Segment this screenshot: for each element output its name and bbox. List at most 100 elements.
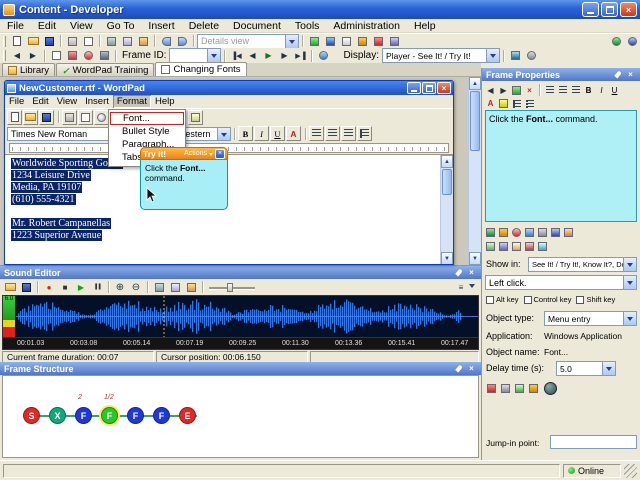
next-hint-icon[interactable]: ▶ (497, 83, 510, 97)
workspace-scroll-up-icon[interactable]: ▲ (469, 77, 481, 90)
show-in-combo[interactable]: See It! / Try It!, Know It?, Do It! (528, 257, 637, 272)
pause-button[interactable]: ▐▐ (89, 280, 105, 294)
wordpad-menu-help[interactable]: Help (151, 95, 179, 108)
save-sound-icon[interactable] (18, 280, 34, 294)
template-icon[interactable] (536, 239, 549, 253)
frame-structure-icon[interactable] (370, 34, 386, 48)
pin-icon[interactable] (612, 70, 623, 80)
preview-icon[interactable] (322, 34, 338, 48)
menu-administration[interactable]: Administration (326, 19, 407, 33)
play-sound-button[interactable]: ▶ (73, 280, 89, 294)
wordpad-save-icon[interactable] (39, 109, 54, 125)
frame-node-circle[interactable]: F (75, 407, 92, 424)
sound-editor-close-icon[interactable]: × (466, 268, 477, 278)
edit-hint-icon[interactable] (484, 225, 497, 239)
delay-combo[interactable]: 5.0 (556, 361, 616, 376)
last-frame-button[interactable]: ▶▐ (292, 49, 308, 63)
hyperlink-icon[interactable] (549, 225, 562, 239)
frame-id-dropdown-icon[interactable] (207, 49, 221, 62)
wordpad-document[interactable]: Worldwide Sporting Goods 1234 Leisure Dr… (5, 154, 453, 264)
menu-goto[interactable]: Go To (100, 19, 142, 33)
menu-tools[interactable]: Tools (288, 19, 327, 33)
wordpad-open-icon[interactable] (23, 109, 38, 125)
import-media-icon[interactable] (523, 225, 536, 239)
capture-icon[interactable] (96, 49, 112, 63)
next-frame-button[interactable]: ▶ (276, 49, 292, 63)
text-color-button[interactable]: A (286, 126, 301, 141)
record-sound-button[interactable]: ● (41, 280, 57, 294)
resize-grip[interactable] (624, 463, 637, 478)
tab-wordpad-training[interactable]: ✓ WordPad Training (56, 63, 155, 76)
align-left-icon[interactable] (543, 83, 556, 97)
scrollbar-thumb[interactable] (442, 169, 452, 195)
italic-button[interactable]: I (254, 126, 269, 141)
combo-dropdown-icon[interactable] (285, 34, 298, 48)
align-left-icon[interactable] (309, 126, 324, 141)
new-frame-icon[interactable] (48, 49, 64, 63)
frame-node-current[interactable]: 1/2 F (101, 394, 118, 424)
open-icon[interactable] (25, 34, 41, 48)
wordpad-find-icon[interactable] (94, 109, 109, 125)
bubble-size-icon[interactable] (523, 239, 536, 253)
waveform-display[interactable]: 6.0 (2, 295, 479, 338)
hint-style-icon[interactable] (497, 239, 510, 253)
wordpad-new-icon[interactable] (7, 109, 22, 125)
menu-help[interactable]: Help (407, 19, 443, 33)
wordpad-maximize-button[interactable] (422, 82, 436, 94)
play-button[interactable]: ▶ (260, 49, 276, 63)
wordpad-datetime-icon[interactable] (188, 109, 203, 125)
screen-icon[interactable] (484, 382, 498, 396)
menu-item-font[interactable]: Font... (110, 112, 184, 125)
zoom-in-icon[interactable]: ⊕ (112, 280, 128, 294)
bold-button[interactable]: B (238, 126, 253, 141)
frame-node-circle[interactable]: X (49, 407, 66, 424)
frame-node-end[interactable]: E (179, 407, 196, 424)
frame-node-circle[interactable]: F (127, 407, 144, 424)
frame-node-circle[interactable]: S (23, 407, 40, 424)
toolbar-grip[interactable] (3, 35, 6, 47)
add-hint-icon[interactable] (510, 83, 523, 97)
zoom-out-icon[interactable]: ⊖ (128, 280, 144, 294)
help-icon[interactable] (624, 34, 640, 48)
undo-icon[interactable] (158, 34, 174, 48)
workspace-scrollbar[interactable]: ▲ ▼ (468, 77, 481, 265)
text-color-button[interactable]: A (484, 97, 497, 111)
delete-frame-icon[interactable] (64, 49, 80, 63)
stop-button[interactable]: ■ (57, 280, 73, 294)
display-dropdown-icon[interactable] (486, 49, 500, 62)
back-icon[interactable]: ◀ (9, 49, 25, 63)
menu-edit[interactable]: Edit (31, 19, 63, 33)
record-sound-icon[interactable] (510, 225, 523, 239)
callout-actions-button[interactable]: Actions (184, 150, 207, 157)
frame-id-combo[interactable] (169, 48, 222, 63)
mouse-icon[interactable] (512, 382, 526, 396)
frame-node[interactable]: F (127, 407, 144, 424)
wordpad-print-icon[interactable] (62, 109, 77, 125)
align-center-icon[interactable] (556, 83, 569, 97)
cut-icon[interactable] (103, 34, 119, 48)
frame-sound-icon[interactable] (526, 382, 540, 396)
align-right-icon[interactable] (341, 126, 356, 141)
copy-sound-icon[interactable] (167, 280, 183, 294)
print-icon[interactable] (64, 34, 80, 48)
click-type-dropdown-icon[interactable] (623, 276, 636, 289)
properties-icon[interactable] (386, 34, 402, 48)
attachment-icon[interactable] (536, 225, 549, 239)
keyboard-icon[interactable] (498, 382, 512, 396)
object-type-dropdown-icon[interactable] (623, 312, 636, 325)
menu-view[interactable]: View (63, 19, 100, 33)
callout-header[interactable]: Try It! Actions × (140, 147, 228, 160)
tab-library[interactable]: Library (2, 63, 56, 76)
publish-icon[interactable] (306, 34, 322, 48)
sound-editor-icon[interactable] (354, 34, 370, 48)
sound-menu-icon[interactable]: ≡ (453, 280, 469, 294)
maximize-button[interactable] (601, 2, 618, 17)
insert-sound-icon[interactable] (497, 225, 510, 239)
wordpad-menu-format[interactable]: Format (112, 95, 151, 108)
paste-icon[interactable] (135, 34, 151, 48)
sound-editor-title-bar[interactable]: Sound Editor × (0, 266, 481, 279)
first-frame-button[interactable]: ▐◀ (228, 49, 244, 63)
record-frames-icon[interactable] (80, 49, 96, 63)
toolbar-grip-2[interactable] (3, 50, 6, 61)
wordpad-scrollbar[interactable]: ▲ ▼ (440, 155, 453, 264)
